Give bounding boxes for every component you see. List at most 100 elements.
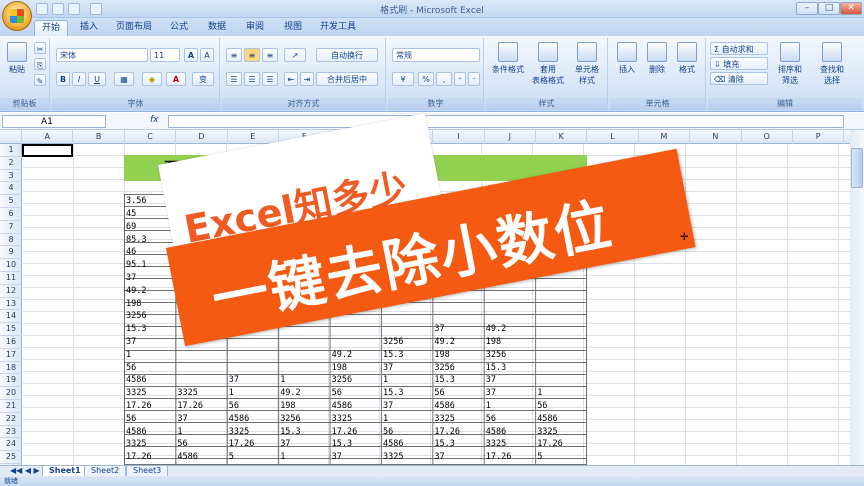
data-cell[interactable]: 15.3 [124, 323, 174, 335]
decrease-indent-icon[interactable]: ⇤ [284, 72, 298, 86]
fill-button[interactable]: ⇩ 填充 [710, 57, 768, 70]
align-top-icon[interactable]: ≡ [226, 48, 242, 62]
tab-insert[interactable]: 插入 [72, 20, 106, 36]
align-middle-icon[interactable]: ≡ [244, 48, 260, 62]
column-header-n[interactable]: N [690, 130, 742, 144]
name-box[interactable]: A1 [2, 115, 106, 128]
data-cell[interactable]: 3256 [484, 349, 534, 361]
autosum-button[interactable]: Σ 自动求和 [710, 42, 768, 55]
clear-button[interactable]: ⌫ 清除 [710, 72, 768, 85]
font-size-select[interactable]: 11 [150, 48, 180, 62]
data-cell[interactable]: 17.26 [124, 451, 174, 463]
currency-icon[interactable]: ¥ [392, 72, 414, 86]
row-header-4[interactable]: 4 [0, 182, 22, 196]
tab-page-layout[interactable]: 页面布局 [110, 20, 158, 36]
column-header-o[interactable]: O [742, 130, 793, 144]
shrink-font-button[interactable]: A [200, 48, 214, 62]
comma-button[interactable]: , [436, 72, 452, 86]
column-header-i[interactable]: I [433, 130, 485, 144]
data-cell[interactable]: 1 [227, 387, 277, 399]
formula-input[interactable] [168, 115, 844, 128]
row-header-17[interactable]: 17 [0, 349, 22, 362]
data-cell[interactable]: 17.26 [535, 438, 585, 450]
increase-decimal-icon[interactable]: ⁺ [454, 72, 466, 86]
tab-home[interactable]: 开始 [34, 20, 68, 36]
align-left-icon[interactable]: ☰ [226, 72, 242, 86]
data-cell[interactable]: 4586 [535, 413, 585, 425]
row-header-25[interactable]: 25 [0, 451, 22, 464]
grow-font-button[interactable]: A [184, 48, 198, 62]
column-header-p[interactable]: P [793, 130, 845, 144]
row-header-23[interactable]: 23 [0, 426, 22, 439]
column-header-d[interactable]: D [176, 130, 228, 144]
align-center-icon[interactable]: ☰ [244, 72, 260, 86]
data-cell[interactable]: 69 [124, 221, 174, 233]
format-painter-icon[interactable]: ✎ [34, 74, 46, 86]
data-cell[interactable]: 15.3 [381, 349, 431, 361]
data-cell[interactable]: 37 [330, 451, 380, 463]
data-cell[interactable]: 37 [124, 336, 174, 348]
data-cell[interactable]: 3325 [124, 438, 174, 450]
data-cell[interactable]: 56 [432, 387, 482, 399]
data-cell[interactable]: 5 [535, 451, 585, 463]
data-cell[interactable]: 17.26 [124, 400, 174, 412]
data-cell[interactable]: 56 [484, 413, 534, 425]
row-header-12[interactable]: 12 [0, 285, 22, 298]
data-cell[interactable]: 17.26 [227, 438, 277, 450]
data-cell[interactable]: 3325 [330, 413, 380, 425]
data-cell[interactable]: 3256 [330, 374, 380, 386]
tab-developer[interactable]: 开发工具 [314, 20, 362, 36]
data-cell[interactable]: 4586 [432, 400, 482, 412]
border-icon[interactable]: ▦ [114, 72, 134, 86]
data-cell[interactable]: 49.2 [484, 323, 534, 335]
data-cell[interactable]: 49.2 [124, 285, 174, 297]
row-header-7[interactable]: 7 [0, 221, 22, 234]
data-cell[interactable]: 3325 [124, 387, 174, 399]
row-header-24[interactable]: 24 [0, 438, 22, 452]
data-cell[interactable]: 17.26 [330, 426, 380, 438]
data-cell[interactable]: 37 [432, 451, 482, 463]
data-cell[interactable]: 15.3 [432, 438, 482, 450]
row-header-11[interactable]: 11 [0, 272, 22, 285]
decrease-decimal-icon[interactable]: ⁻ [468, 72, 480, 86]
number-format-select[interactable]: 常规 [392, 48, 480, 62]
row-header-2[interactable]: 2 [0, 157, 22, 170]
column-header-a[interactable]: A [22, 130, 74, 144]
data-cell[interactable]: 198 [484, 336, 534, 348]
data-cell[interactable]: 198 [330, 362, 380, 374]
data-cell[interactable]: 4586 [330, 400, 380, 412]
data-cell[interactable]: 3256 [432, 362, 482, 374]
minimize-button[interactable]: – [796, 2, 818, 15]
scroll-thumb[interactable] [851, 148, 863, 188]
row-header-14[interactable]: 14 [0, 310, 22, 324]
data-cell[interactable]: 15.3 [330, 438, 380, 450]
office-button[interactable] [2, 1, 32, 31]
cell-styles-button[interactable]: 单元格 样式 [570, 42, 604, 86]
data-cell[interactable]: 3325 [227, 426, 277, 438]
column-header-l[interactable]: L [587, 130, 639, 144]
data-cell[interactable]: 3325 [381, 451, 431, 463]
tab-review[interactable]: 审阅 [238, 20, 272, 36]
row-header-3[interactable]: 3 [0, 170, 22, 183]
data-cell[interactable]: 56 [124, 413, 174, 425]
font-color-button[interactable]: A [166, 72, 186, 86]
data-cell[interactable]: 37 [124, 272, 174, 284]
data-cell[interactable]: 3325 [535, 426, 585, 438]
data-cell[interactable]: 37 [432, 323, 482, 335]
bold-button[interactable]: B [56, 72, 70, 86]
data-cell[interactable]: 3325 [175, 387, 225, 399]
tab-formulas[interactable]: 公式 [162, 20, 196, 36]
vertical-scrollbar[interactable] [850, 130, 864, 465]
row-header-16[interactable]: 16 [0, 336, 22, 349]
data-cell[interactable]: 37 [484, 374, 534, 386]
data-cell[interactable]: 1 [124, 349, 174, 361]
select-all-corner[interactable] [0, 130, 22, 144]
data-cell[interactable]: 37 [484, 387, 534, 399]
data-cell[interactable]: 3256 [124, 310, 174, 322]
data-cell[interactable]: 4586 [381, 438, 431, 450]
tab-view[interactable]: 视图 [276, 20, 310, 36]
wrap-text-button[interactable]: 自动换行 [316, 48, 378, 62]
data-cell[interactable]: 37 [175, 413, 225, 425]
data-cell[interactable]: 49.2 [278, 387, 328, 399]
column-header-m[interactable]: M [639, 130, 691, 144]
